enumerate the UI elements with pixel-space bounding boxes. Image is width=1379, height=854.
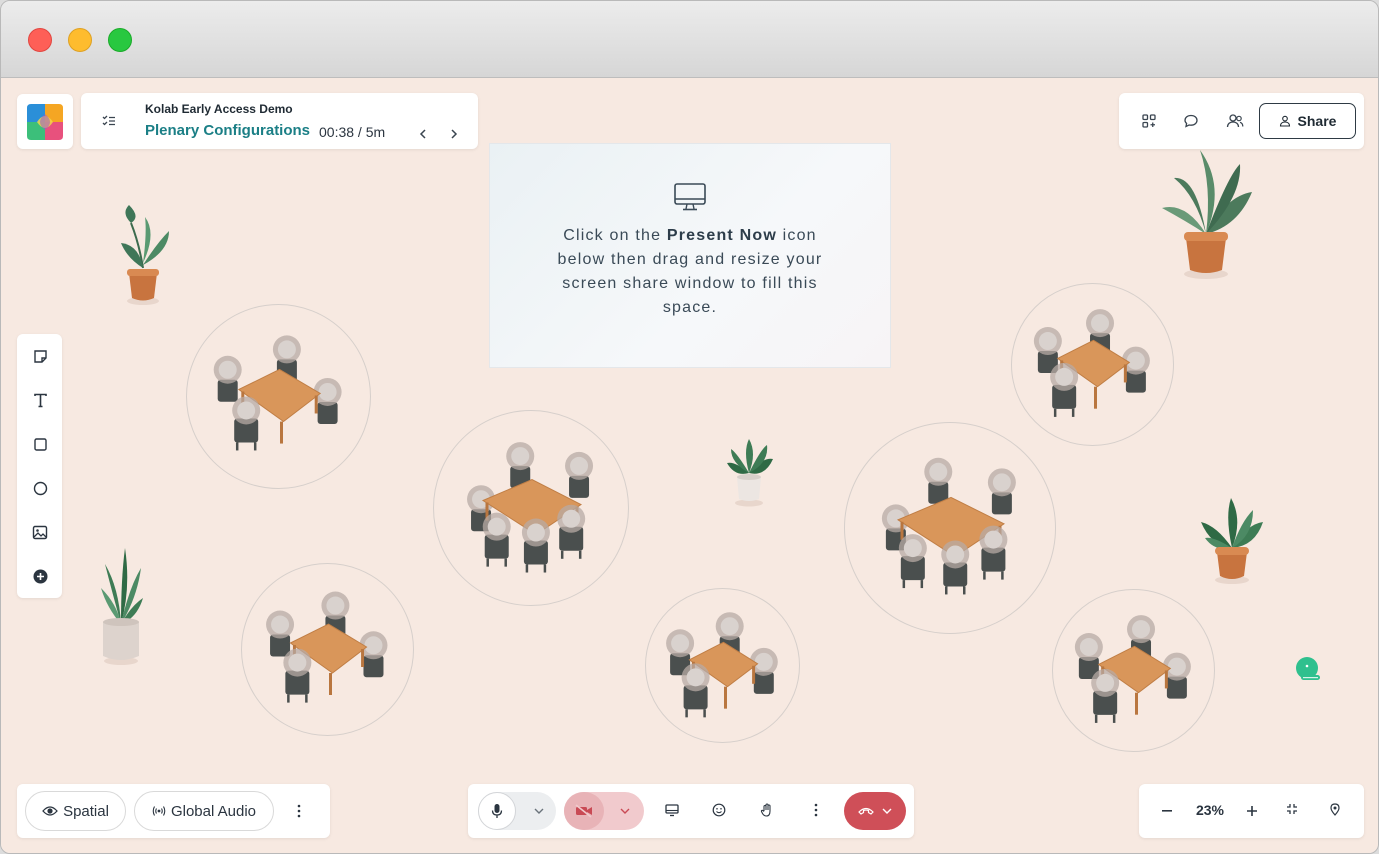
camera-toggle-button[interactable] bbox=[564, 792, 604, 830]
global-audio-label: Global Audio bbox=[170, 802, 257, 820]
session-title[interactable]: Plenary Configurations bbox=[145, 122, 310, 139]
hang-up-icon bbox=[858, 807, 874, 815]
user-icon bbox=[1279, 115, 1290, 127]
microphone-icon bbox=[491, 804, 503, 818]
next-session-icon[interactable] bbox=[450, 129, 458, 139]
breakout-table-pod[interactable] bbox=[433, 410, 629, 606]
minimize-window-button[interactable] bbox=[68, 28, 92, 52]
rectangle-tool[interactable] bbox=[31, 435, 49, 453]
camera-off-icon bbox=[575, 804, 592, 818]
eye-icon bbox=[42, 806, 58, 816]
whiteboard-toolbox bbox=[17, 334, 62, 598]
breakout-table-pod[interactable] bbox=[186, 304, 371, 489]
chat-icon[interactable] bbox=[1183, 113, 1199, 129]
camera-options-chevron-icon[interactable] bbox=[620, 807, 630, 815]
apps-icon[interactable] bbox=[1141, 113, 1157, 129]
emoji-reaction-icon[interactable] bbox=[712, 803, 726, 817]
location-pin-icon[interactable] bbox=[1330, 803, 1340, 816]
screen-share-area[interactable]: Click on the Present Now icon below then… bbox=[489, 143, 891, 368]
more-options-icon[interactable] bbox=[297, 804, 301, 818]
kolab-logo-icon bbox=[27, 103, 63, 140]
breakout-table-pod[interactable] bbox=[241, 563, 414, 736]
rectangle-icon bbox=[33, 437, 47, 451]
close-window-button[interactable] bbox=[28, 28, 52, 52]
potted-plant-icon bbox=[121, 205, 169, 305]
microphone-control bbox=[478, 792, 556, 830]
camera-control bbox=[564, 792, 644, 830]
global-audio-button[interactable]: Global Audio bbox=[134, 791, 274, 831]
potted-plant-icon bbox=[1162, 150, 1252, 279]
participants-icon[interactable] bbox=[1226, 113, 1244, 129]
assistant-bot-icon[interactable] bbox=[1295, 656, 1321, 682]
add-tool[interactable] bbox=[31, 567, 49, 585]
breakout-table-pod[interactable] bbox=[844, 422, 1056, 634]
share-button[interactable]: Share bbox=[1259, 103, 1356, 139]
potted-plant-icon bbox=[727, 439, 773, 507]
top-right-panel: Share bbox=[1119, 93, 1364, 149]
logo-panel[interactable] bbox=[17, 94, 73, 149]
raise-hand-icon[interactable] bbox=[760, 803, 774, 817]
monitor-icon bbox=[674, 183, 706, 211]
image-icon bbox=[32, 525, 48, 539]
table-with-seats-icon bbox=[666, 612, 778, 718]
present-now-text: Present Now bbox=[666, 227, 777, 244]
breakout-table-pod[interactable] bbox=[1052, 589, 1215, 752]
window-titlebar bbox=[1, 1, 1378, 78]
audio-mode-panel: Spatial Global Audio bbox=[17, 784, 330, 838]
table-with-seats-icon bbox=[1074, 615, 1191, 723]
organization-name: Kolab Early Access Demo bbox=[145, 102, 293, 116]
more-controls-icon[interactable] bbox=[814, 803, 818, 817]
agenda-panel: Kolab Early Access Demo Plenary Configur… bbox=[81, 93, 478, 149]
circle-tool[interactable] bbox=[31, 479, 49, 497]
present-now-icon[interactable] bbox=[665, 803, 679, 817]
breakout-table-pod[interactable] bbox=[645, 588, 800, 743]
share-button-label: Share bbox=[1297, 113, 1337, 129]
spatial-canvas[interactable]: Kolab Early Access Demo Plenary Configur… bbox=[1, 78, 1378, 853]
potted-plant-icon bbox=[101, 548, 143, 665]
zoom-in-icon[interactable] bbox=[1247, 806, 1257, 816]
previous-session-icon[interactable] bbox=[419, 129, 427, 139]
zoom-out-icon[interactable] bbox=[1162, 810, 1172, 812]
circle-icon bbox=[33, 481, 47, 495]
table-with-seats-icon bbox=[1033, 309, 1150, 417]
sticky-note-tool[interactable] bbox=[31, 347, 49, 365]
zoom-controls-panel: 23% bbox=[1139, 784, 1364, 838]
screen-share-instructions: Click on the Present Now icon below then… bbox=[550, 224, 830, 320]
fit-to-screen-icon[interactable] bbox=[1286, 803, 1298, 815]
zoom-level: 23% bbox=[1195, 802, 1225, 818]
broadcast-icon bbox=[152, 806, 166, 816]
agenda-list-icon[interactable] bbox=[101, 113, 117, 129]
breakout-table-pod[interactable] bbox=[1011, 283, 1174, 446]
image-tool[interactable] bbox=[31, 523, 49, 541]
table-with-seats-icon bbox=[266, 591, 388, 703]
table-with-seats-icon bbox=[467, 442, 594, 573]
potted-plant-icon bbox=[1201, 498, 1263, 584]
text-tool[interactable] bbox=[31, 391, 49, 409]
leave-options-chevron-icon[interactable] bbox=[882, 807, 892, 815]
leave-call-button[interactable] bbox=[844, 792, 906, 830]
add-icon bbox=[33, 569, 47, 583]
media-controls-panel bbox=[468, 784, 914, 838]
text-icon bbox=[33, 393, 47, 407]
session-timer: 00:38 / 5m bbox=[319, 124, 386, 140]
spatial-audio-button[interactable]: Spatial bbox=[25, 791, 126, 831]
sticky-note-icon bbox=[33, 349, 47, 363]
microphone-options-chevron-icon[interactable] bbox=[534, 807, 544, 815]
microphone-toggle-button[interactable] bbox=[478, 792, 516, 830]
table-with-seats-icon bbox=[881, 457, 1016, 595]
instruction-prefix: Click on the bbox=[563, 227, 667, 244]
table-with-seats-icon bbox=[213, 335, 342, 451]
spatial-label: Spatial bbox=[63, 802, 109, 820]
maximize-window-button[interactable] bbox=[108, 28, 132, 52]
app-window: Kolab Early Access Demo Plenary Configur… bbox=[0, 0, 1379, 854]
